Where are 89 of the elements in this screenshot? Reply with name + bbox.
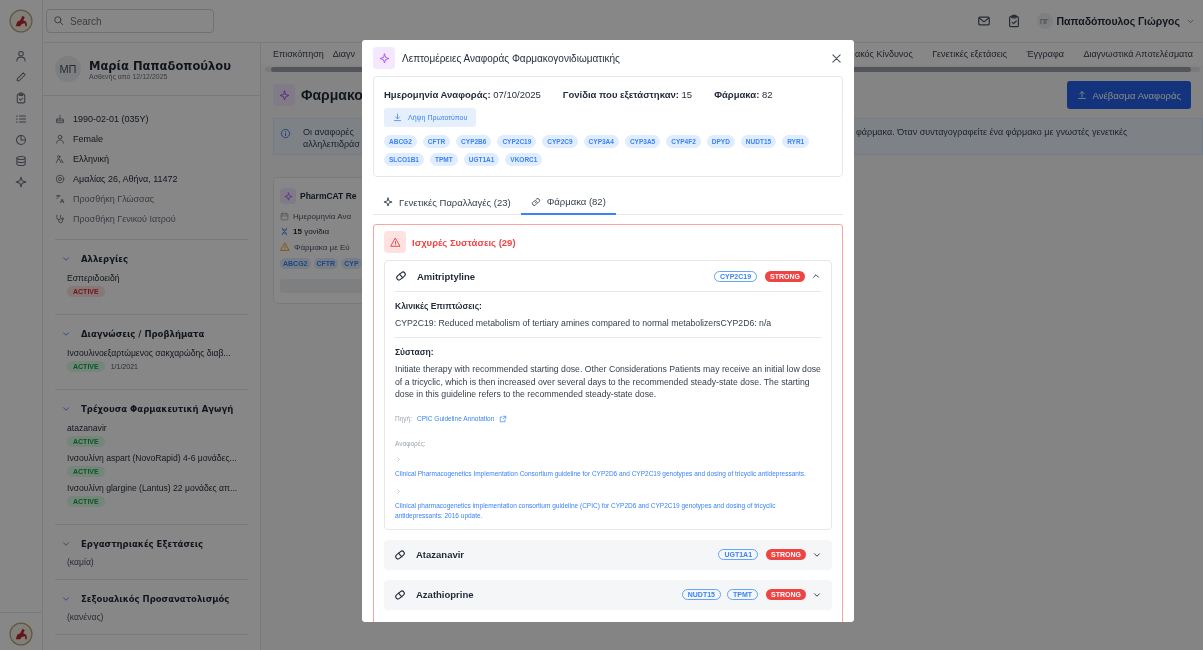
section-title[interactable]: Διαγνώσεις / Προβλήματα [81,329,205,339]
chevron-up-icon [811,271,821,281]
download-icon [393,113,402,122]
sparkle-icon [273,84,295,106]
patient-name: Μαρία Παπαδοπούλου [89,58,231,73]
drug-count: Φάρμακα με Εύ [294,242,350,252]
patient-avatar: ΜΠ [55,56,81,82]
page-title: Φαρμακο [301,87,363,103]
clipboard-icon[interactable] [1006,14,1021,28]
search-field[interactable]: Search [46,9,214,33]
panel-title: Ισχυρές Συστάσεις (29) [412,236,516,248]
item-name: Ινσουλίνη aspart (NovoRapid) 4-6 μονάδες... [67,452,238,464]
section-title[interactable]: Τρέχουσα Φαρμακευτική Αγωγή [81,404,234,414]
warning-icon [384,231,406,253]
pin-icon [55,173,65,184]
sparkle-icon [373,47,395,69]
upload-button[interactable]: Ανέβασμα Αναφοράς [1066,81,1191,109]
pill-icon [395,270,407,282]
sparkle-icon [383,197,393,207]
tab[interactable]: Γενετικές εξετάσεις [932,49,1008,59]
summary-text: Φάρμακα: 82 [714,89,773,100]
recommendation-text: Initiate therapy with recommended starting dose. Other Considerations Patients may receive an initial low dose of a tricyclic, which is then increased over several days to the recommended steady-state dose. The starting dose in this guideline refers to the recommended steady-state dose. [395,363,821,401]
sparkle-icon[interactable] [15,176,27,188]
add-link[interactable]: Προσθήκη Γλώσσας [73,193,155,204]
pill-icon [394,548,406,561]
section-title[interactable]: Σεξουαλικός Προσανατολισμός [81,594,230,604]
chevron-right-icon [395,487,402,495]
empty-text: (καμία) [66,557,95,567]
tab[interactable]: Διαγν [332,49,356,59]
cake-icon [55,113,65,124]
person-icon [55,133,65,144]
summary-text: Γονίδια που εξετάστηκαν: 15 [562,89,693,100]
stethoscope-icon [55,213,65,224]
report-date: Ημερομηνία Ανα [293,212,351,221]
tab[interactable]: Φάρμακα (82) [520,191,616,215]
translate-icon [55,193,65,204]
info-text: φάρμακα. Όταν συνταγογραφείτε ένα φάρμακο με γνωστές γενετικές [856,127,1128,137]
dna-icon [280,227,289,236]
mail-icon[interactable] [976,14,991,28]
card-title: PharmCAT Re [300,191,357,201]
section-title[interactable]: Εργαστηριακές Εξετάσεις [81,539,204,549]
item-name: atazanavir [67,422,108,434]
people-icon [55,153,65,164]
summary-text: Ημερομηνία Αναφοράς: 07/10/2025 [384,89,541,100]
section-label: Κλινικές Επιπτώσεις: [395,301,483,311]
detail-text: Ελληνική [73,153,109,164]
pie-chart-icon[interactable] [15,134,27,146]
section-label: Σύσταση: [395,347,435,358]
empty-text: (κανένας) [66,612,105,622]
gene-count: 15 γονίδια [293,227,330,236]
item-name: Εσπεριδοειδή [67,272,121,284]
section-title[interactable]: Αλλεργίες [81,254,129,264]
drug-name: Atazanavir [416,549,465,561]
close-icon[interactable] [830,51,843,65]
drug-name: Azathioprine [416,589,474,601]
detail-text: Αμαλίας 26, Αθήνα, 11472 [73,173,178,184]
drug-card[interactable] [384,260,832,530]
database-icon[interactable] [15,155,27,167]
tab[interactable]: Έγγραφα [1026,49,1064,59]
drug-name: Amitriptyline [417,270,476,282]
pill-icon [394,588,406,601]
upload-icon [1076,90,1087,100]
emblem-icon [9,9,33,33]
item-name: Ινσουλινοεξαρτώμενος σακχαρώδης διαβ... [67,347,232,359]
link-icon [530,196,541,207]
implications-text: CYP2C19: Reduced metabolism of tertiary amines compared to normal metabolizersCYP2D6: n/a [395,317,773,330]
emblem-icon [9,622,33,646]
info-text: αλληλεπιδράσ [303,139,360,149]
info-icon [280,128,291,139]
item-name: Ινσουλίνη glargine (Lantus) 22 μονάδες απ... [67,482,239,494]
tab[interactable]: Επισκόπηση [273,49,324,59]
info-text: Οι αναφορές [303,127,355,137]
clipboard-icon[interactable] [15,92,27,104]
tab[interactable]: Γενετικές Παραλλαγές (23) [373,191,521,214]
user-name[interactable]: Παπαδόπουλος Γιώργος [1056,15,1180,27]
tab[interactable]: Διαγνωστικά Αποτελέσματα [1083,49,1193,59]
list-icon[interactable] [15,113,27,125]
detail-text: Female [73,133,103,144]
external-link-icon [499,414,508,423]
person-icon[interactable] [15,50,27,62]
warning-icon [280,242,290,252]
detail-text: 1990-02-01 (035Y) [73,113,149,124]
dialog-title: Λεπτομέρειες Αναφοράς Φαρμακογονιδιωματικής [402,52,621,64]
add-link[interactable]: Προσθήκη Γενικού Ιατρού [73,213,176,224]
tab[interactable]: ακός Κίνδυνος [855,49,913,59]
calendar-icon [280,212,289,221]
sparkle-icon [280,188,296,204]
pencil-icon[interactable] [15,71,27,83]
chevron-right-icon [395,455,402,463]
